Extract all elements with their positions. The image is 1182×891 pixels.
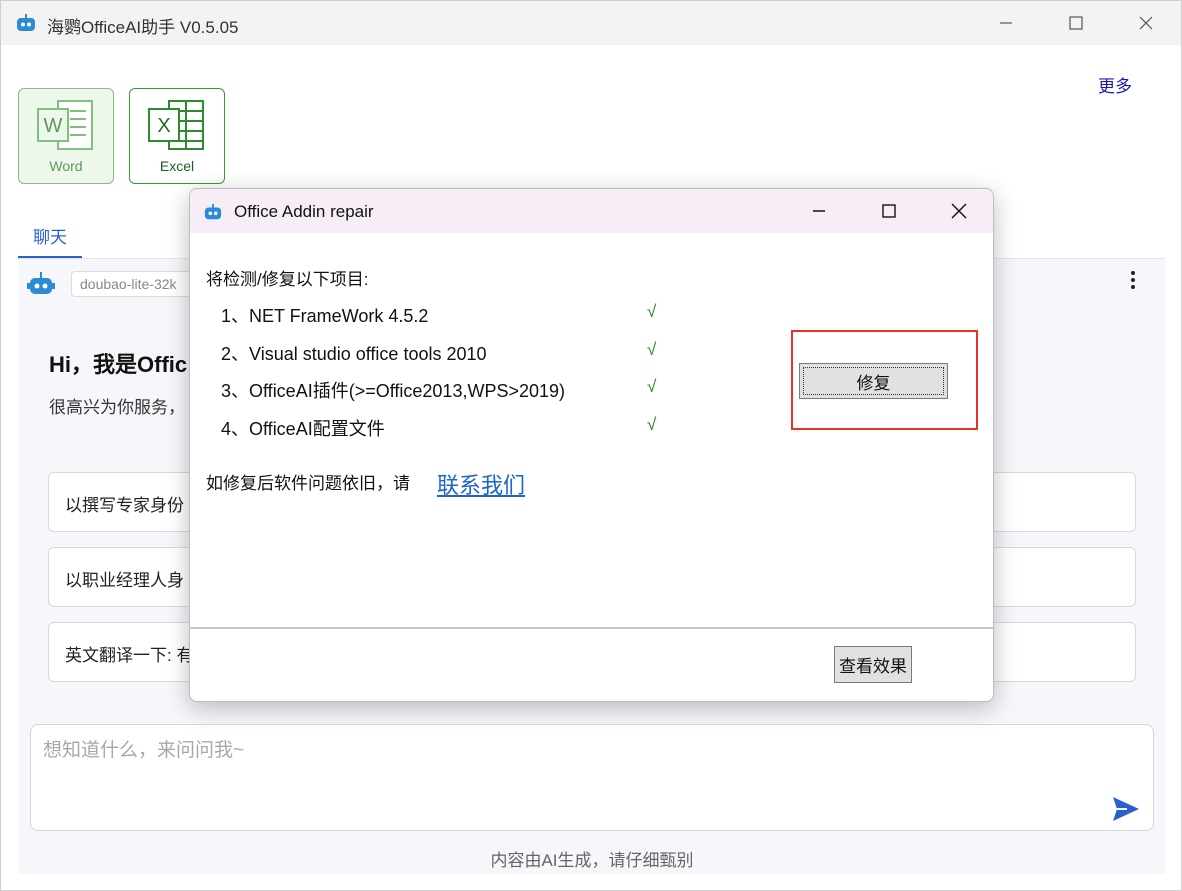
repair-button[interactable]: 修复	[799, 363, 948, 399]
excel-label: Excel	[159, 158, 195, 174]
robot-icon	[27, 272, 55, 294]
dialog-title: Office Addin repair	[234, 202, 374, 221]
word-icon: W	[37, 100, 93, 150]
svg-text:X: X	[157, 115, 170, 137]
more-options-icon[interactable]	[1125, 267, 1141, 293]
ai-disclaimer: 内容由AI生成，请仔细甄别	[490, 851, 694, 870]
minimize-icon	[1000, 22, 1012, 24]
check-mark-icon: √	[647, 415, 657, 434]
check-item-label: 2、Visual studio office tools 2010	[221, 344, 487, 364]
close-icon	[1139, 16, 1153, 30]
help-text: 如修复后软件问题依旧，请	[206, 474, 410, 493]
chat-input-box	[30, 724, 1154, 831]
close-button[interactable]	[1111, 1, 1181, 45]
svg-text:W: W	[44, 115, 63, 137]
check-item-label: 1、NET FrameWork 4.5.2	[221, 306, 429, 326]
minimize-icon	[813, 210, 825, 212]
repair-button-label: 修复	[856, 373, 891, 393]
greeting-title: Hi，我是Offic	[49, 352, 188, 377]
maximize-icon	[882, 204, 896, 218]
excel-app-tile[interactable]: X Excel	[129, 88, 225, 184]
greeting-subtitle: 很高兴为你服务，	[49, 398, 185, 417]
window-title: 海鹦OfficeAI助手 V0.5.05	[47, 18, 239, 37]
dialog-close-button[interactable]	[924, 189, 993, 233]
contact-us-link[interactable]: 联系我们	[437, 468, 525, 500]
robot-app-icon	[204, 203, 222, 220]
check-heading: 将检测/修复以下项目:	[206, 270, 369, 289]
check-item-label: 3、OfficeAI插件(>=Office2013,WPS>2019)	[221, 381, 566, 401]
tab-chat[interactable]: 聊天	[18, 223, 82, 259]
check-mark-icon: √	[647, 302, 657, 321]
robot-app-icon	[17, 14, 35, 31]
dialog-maximize-button[interactable]	[854, 189, 924, 233]
addin-repair-dialog: Office Addin repair 将检测/修复以下项目: 1、NET Fr…	[189, 188, 994, 702]
title-bar[interactable]: 海鹦OfficeAI助手 V0.5.05	[1, 1, 1181, 45]
word-app-tile[interactable]: W Word	[18, 88, 114, 184]
dialog-title-bar[interactable]: Office Addin repair	[190, 189, 993, 233]
close-icon	[951, 203, 967, 219]
dialog-divider	[190, 627, 993, 629]
maximize-button[interactable]	[1041, 1, 1111, 45]
excel-icon: X	[148, 100, 204, 150]
dialog-minimize-button[interactable]	[784, 189, 854, 233]
maximize-icon	[1069, 16, 1083, 30]
send-icon[interactable]	[1111, 795, 1141, 823]
check-item-label: 4、OfficeAI配置文件	[221, 419, 385, 439]
view-result-button[interactable]: 查看效果	[834, 646, 912, 683]
more-link[interactable]: 更多	[1098, 72, 1132, 97]
check-mark-icon: √	[647, 377, 657, 396]
chat-input[interactable]	[43, 735, 1103, 795]
word-label: Word	[49, 158, 83, 174]
minimize-button[interactable]	[971, 1, 1041, 45]
check-mark-icon: √	[647, 340, 657, 359]
